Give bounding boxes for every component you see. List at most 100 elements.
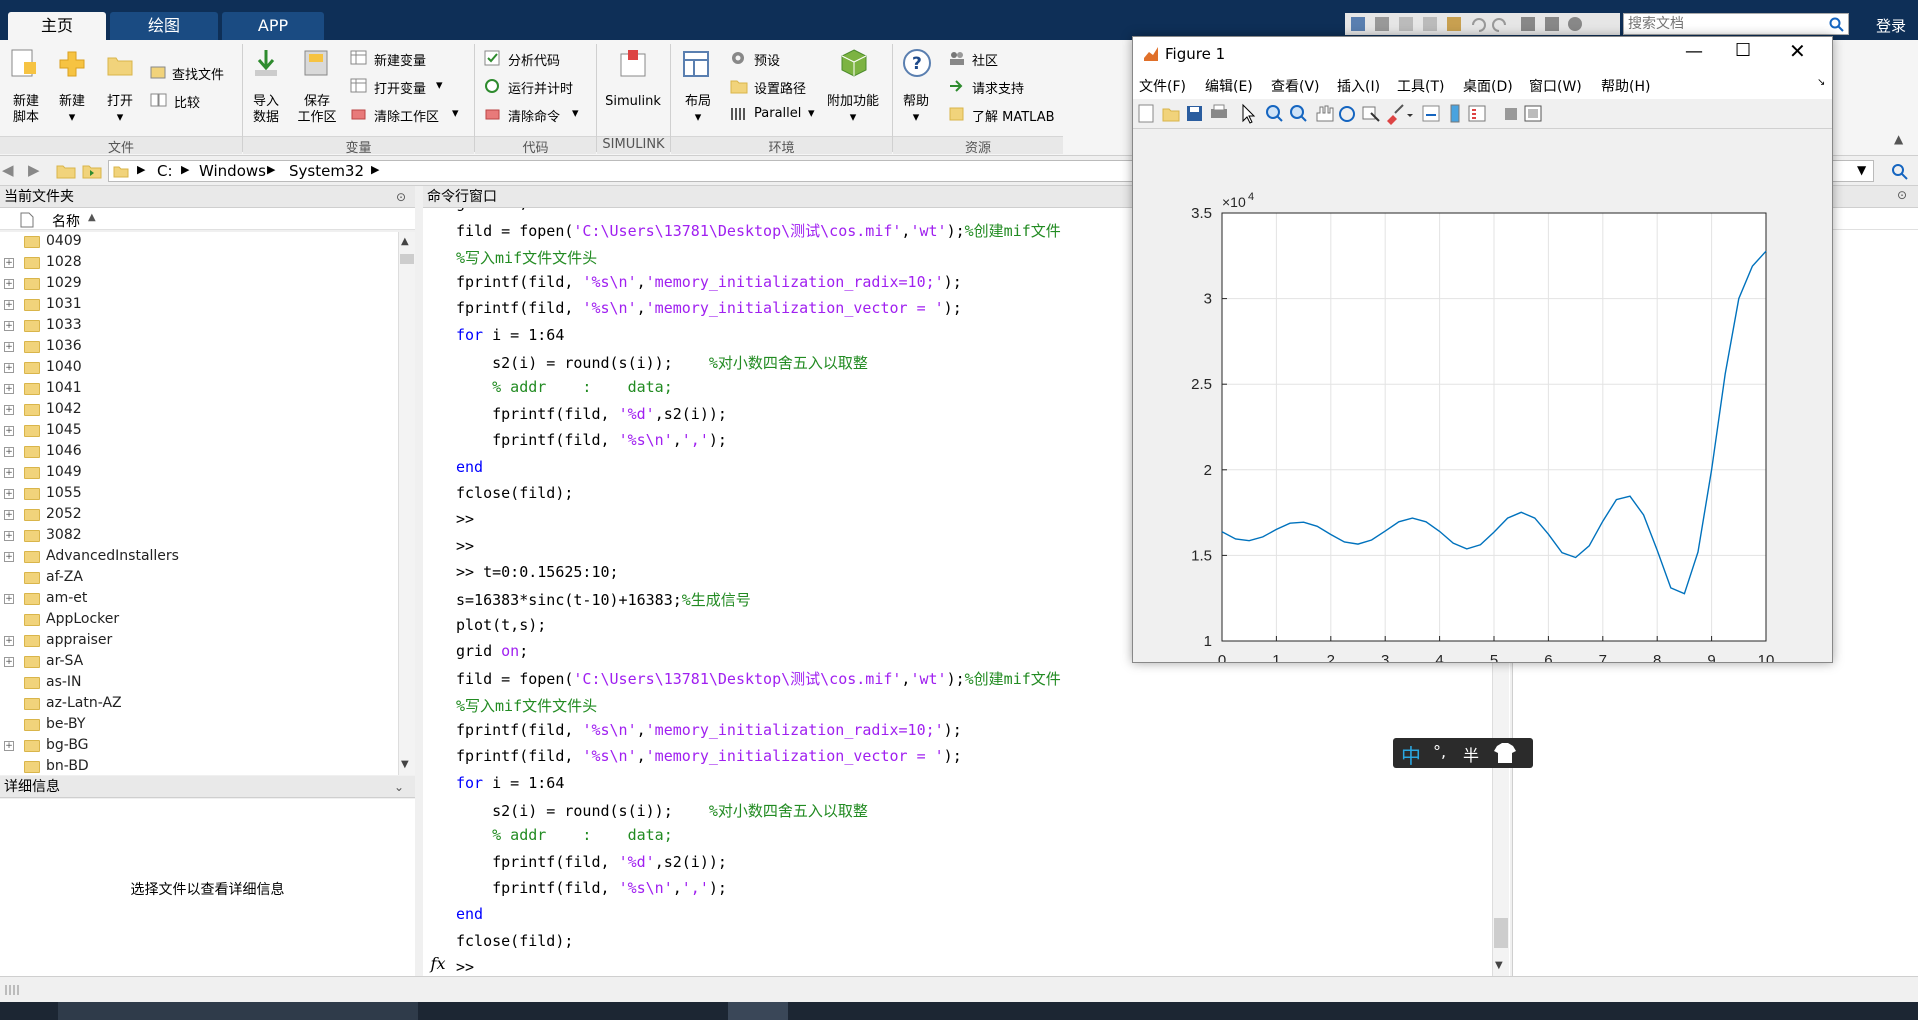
new-figure-icon[interactable] <box>1138 104 1154 123</box>
expand-icon[interactable]: + <box>4 594 14 604</box>
figure-menu-view[interactable]: 查看(V) <box>1271 76 1320 96</box>
list-item[interactable]: +1055 <box>0 484 398 505</box>
figure-menu-insert[interactable]: 插入(I) <box>1337 76 1380 96</box>
data-cursor-icon[interactable] <box>1362 106 1380 122</box>
clear-workspace-dropdown[interactable]: ▾ <box>452 106 459 121</box>
command-prompt[interactable]: >> <box>456 958 474 976</box>
expand-icon[interactable]: + <box>4 510 14 520</box>
hide-plot-tools-icon[interactable] <box>1505 108 1517 120</box>
dock-arrow-icon[interactable]: ↘ <box>1817 77 1825 88</box>
tab-apps[interactable]: APP <box>222 12 324 40</box>
new-button[interactable]: 新建 <box>52 94 92 110</box>
ime-half-width[interactable]: 半 <box>1463 742 1479 766</box>
expand-icon[interactable]: + <box>4 489 14 499</box>
select-arrow-icon[interactable] <box>1242 103 1256 124</box>
list-item[interactable]: 0409 <box>0 232 398 253</box>
expand-icon[interactable]: + <box>4 384 14 394</box>
expand-icon[interactable]: + <box>4 279 14 289</box>
up-folder-icon[interactable] <box>56 162 76 180</box>
tab-home[interactable]: 主页 <box>8 12 106 40</box>
line-plot[interactable]: 0 1 2 3 4 5 6 7 8 9 1011.522.533.5×10 4 <box>1133 130 1832 669</box>
new-variable-button[interactable]: 新建变量 <box>374 50 426 69</box>
expand-icon[interactable]: + <box>4 258 14 268</box>
save-workspace-button[interactable]: 保存 工作区 <box>294 94 340 126</box>
collapse-ribbon-icon[interactable]: ▲ <box>1894 132 1903 146</box>
search-icon[interactable] <box>1829 17 1845 33</box>
forward-arrow-icon[interactable]: ▶ <box>28 161 40 179</box>
search-folder-icon[interactable] <box>1890 162 1910 180</box>
list-item[interactable]: as-IN <box>0 673 398 694</box>
list-item[interactable]: be-BY <box>0 715 398 736</box>
help-dropdown-arrow[interactable]: ▾ <box>896 110 936 126</box>
back-arrow-icon[interactable]: ◀ <box>2 161 14 179</box>
list-item[interactable]: + appraiser <box>0 631 398 652</box>
figure-menu-desktop[interactable]: 桌面(D) <box>1463 76 1513 96</box>
preferences-button[interactable]: 预设 <box>754 50 780 69</box>
colorbar-icon[interactable] <box>1450 104 1460 123</box>
new-script-button[interactable]: 新建 脚本 <box>4 94 48 126</box>
expand-icon[interactable]: + <box>4 321 14 331</box>
details-collapse-icon[interactable]: ⌄ <box>394 776 404 798</box>
legend-icon[interactable] <box>1468 105 1486 122</box>
simulink-button[interactable]: Simulink <box>600 94 666 110</box>
list-item[interactable]: +3082 <box>0 526 398 547</box>
show-plot-tools-icon[interactable] <box>1524 105 1542 122</box>
analyze-code-button[interactable]: 分析代码 <box>508 50 560 69</box>
expand-icon[interactable]: + <box>4 636 14 646</box>
list-item[interactable]: + bg-BG <box>0 736 398 757</box>
search-input[interactable] <box>1624 14 1824 34</box>
brush-dropdown-icon[interactable] <box>1407 114 1413 117</box>
list-item[interactable]: +1041 <box>0 379 398 400</box>
list-item[interactable]: +1033 <box>0 316 398 337</box>
minimize-icon[interactable]: — <box>1685 41 1703 62</box>
expand-icon[interactable]: + <box>4 426 14 436</box>
scroll-down-arrow[interactable]: ▼ <box>401 759 409 770</box>
new-dropdown-arrow[interactable]: ▾ <box>52 110 92 126</box>
import-data-button[interactable]: 导入 数据 <box>246 94 286 126</box>
expand-icon[interactable]: + <box>4 342 14 352</box>
expand-icon[interactable]: + <box>4 657 14 667</box>
close-icon[interactable]: ✕ <box>1789 39 1806 63</box>
figure-menu-window[interactable]: 窗口(W) <box>1529 76 1582 96</box>
figure-menu-help[interactable]: 帮助(H) <box>1601 76 1650 96</box>
ime-language[interactable]: 中 <box>1401 740 1421 769</box>
taskbar-item[interactable] <box>728 1002 788 1020</box>
expand-icon[interactable]: + <box>4 741 14 751</box>
list-item[interactable]: +1029 <box>0 274 398 295</box>
help-button[interactable]: 帮助 <box>896 94 936 110</box>
expand-icon[interactable]: + <box>4 552 14 562</box>
path-dropdown-arrow[interactable]: ▼ <box>1857 163 1866 177</box>
list-item[interactable]: + AdvancedInstallers <box>0 547 398 568</box>
find-files-button[interactable]: 查找文件 <box>172 64 224 83</box>
link-plot-icon[interactable] <box>1422 105 1440 122</box>
clear-workspace-button[interactable]: 清除工作区 <box>374 106 439 125</box>
list-item[interactable]: + am-et <box>0 589 398 610</box>
list-item[interactable]: +1046 <box>0 442 398 463</box>
taskbar-item[interactable] <box>58 1002 418 1020</box>
open-variable-dropdown[interactable]: ▾ <box>436 78 443 93</box>
maximize-icon[interactable]: ☐ <box>1735 40 1751 61</box>
login-link[interactable]: 登录 <box>1876 15 1906 36</box>
list-item[interactable]: + ar-SA <box>0 652 398 673</box>
zoom-out-icon[interactable] <box>1290 105 1307 122</box>
expand-icon[interactable]: + <box>4 300 14 310</box>
ime-punctuation[interactable]: °, <box>1433 742 1446 761</box>
brush-icon[interactable] <box>1387 104 1404 125</box>
learn-matlab-link[interactable]: 了解 MATLAB <box>972 106 1055 125</box>
parallel-dropdown[interactable]: ▾ <box>808 106 815 121</box>
quick-access-icons[interactable] <box>1345 13 1620 35</box>
add-ons-dropdown-arrow[interactable]: ▾ <box>824 110 882 126</box>
list-item[interactable]: +1042 <box>0 400 398 421</box>
figure-menu-tools[interactable]: 工具(T) <box>1397 76 1444 96</box>
folder-scrollbar[interactable]: ▲ ▼ <box>398 232 415 775</box>
list-item[interactable]: af-ZA <box>0 568 398 589</box>
figure-menu-file[interactable]: 文件(F) <box>1139 76 1186 96</box>
path-segment-drive[interactable]: C: <box>157 162 173 180</box>
zoom-in-icon[interactable] <box>1266 105 1283 122</box>
compare-button[interactable]: 比较 <box>174 92 200 111</box>
clear-commands-dropdown[interactable]: ▾ <box>572 106 579 121</box>
save-icon[interactable] <box>1187 106 1202 121</box>
scroll-up-arrow[interactable]: ▲ <box>401 236 409 247</box>
panel-menu-icon[interactable]: ⊙ <box>396 186 406 208</box>
panel-menu-icon[interactable]: ⊙ <box>1897 188 1907 202</box>
